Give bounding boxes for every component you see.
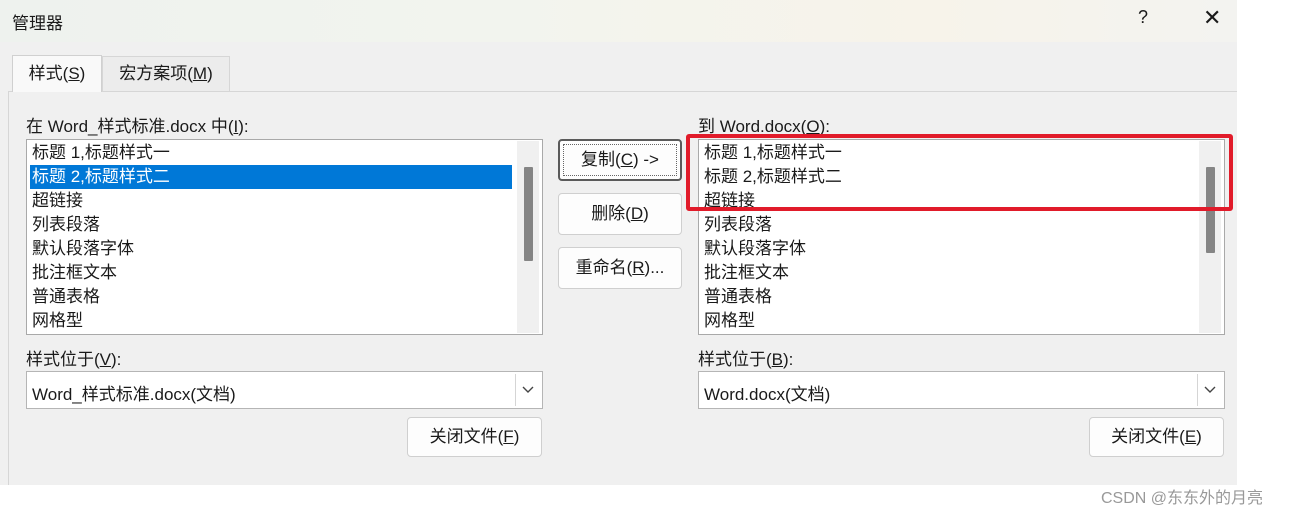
help-icon[interactable]: ? [1138, 7, 1148, 28]
list-item[interactable]: 列表段落 [30, 213, 512, 237]
list-item[interactable]: 批注框文本 [702, 261, 1194, 285]
target-list-scrollbar[interactable] [1199, 141, 1221, 333]
list-item[interactable]: 批注框文本 [30, 261, 512, 285]
target-list-label: 到 Word.docx(O): [698, 117, 830, 136]
source-list-label: 在 Word_样式标准.docx 中(I): [26, 117, 249, 136]
list-item[interactable]: 标题 1,标题样式一 [30, 141, 512, 165]
list-item[interactable]: 网格型 [30, 309, 512, 333]
list-item[interactable]: 标题 2,标题样式二 [30, 165, 512, 189]
source-location-value: Word_样式标准.docx(文档) [32, 385, 236, 404]
list-item[interactable]: 标题 2,标题样式二 [702, 165, 1194, 189]
focus-rect [563, 144, 677, 176]
source-location-select[interactable]: Word_样式标准.docx(文档) [26, 371, 543, 409]
target-location-label: 样式位于(B): [698, 350, 794, 369]
target-location-value: Word.docx(文档) [704, 385, 831, 404]
panel-border [8, 91, 9, 485]
list-item[interactable]: 普通表格 [30, 285, 512, 309]
close-source-file-button[interactable]: 关闭文件(F) [407, 417, 542, 457]
rename-button[interactable]: 重命名(R)... [558, 247, 682, 289]
list-item[interactable]: 默认段落字体 [702, 237, 1194, 261]
chevron-down-icon[interactable] [1197, 374, 1222, 406]
title-bar: 管理器 ? ✕ [0, 0, 1237, 42]
close-icon[interactable]: ✕ [1203, 6, 1221, 30]
tab-styles[interactable]: 样式(S) [12, 55, 102, 92]
source-location-label: 样式位于(V): [26, 350, 122, 369]
copy-button[interactable]: 复制(C) -> [558, 139, 682, 181]
window-title: 管理器 [12, 14, 63, 33]
source-list-scrollbar[interactable] [517, 141, 539, 333]
list-item[interactable]: 默认段落字体 [30, 237, 512, 261]
source-style-list[interactable]: 网格型 普通表格 批注框文本 默认段落字体 列表段落 超链接 标题 2,标题样式二 标题 1,… [26, 139, 543, 335]
target-location-select[interactable]: Word.docx(文档) [698, 371, 1225, 409]
watermark: CSDN @东东外的月亮 [1101, 490, 1264, 507]
close-target-file-button[interactable]: 关闭文件(E) [1089, 417, 1224, 457]
list-item[interactable]: 网格型 [702, 309, 1194, 333]
source-scroll-thumb[interactable] [524, 167, 533, 261]
manager-dialog: 管理器 ? ✕ 样式(S) 宏方案项(M) 在 Word_样式标准.docx 中… [0, 0, 1237, 485]
list-item[interactable]: 超链接 [30, 189, 512, 213]
list-item[interactable]: 普通表格 [702, 285, 1194, 309]
tab-macro-label: 宏方案项(M) [119, 64, 213, 83]
list-item[interactable]: 超链接 [702, 189, 1194, 213]
delete-button[interactable]: 删除(D) [558, 193, 682, 235]
tab-macro-items[interactable]: 宏方案项(M) [102, 56, 230, 91]
chevron-down-icon[interactable] [515, 374, 540, 406]
tab-styles-label: 样式(S) [28, 64, 86, 83]
tab-divider [8, 91, 1237, 92]
target-style-list[interactable]: 网格型 普通表格 批注框文本 默认段落字体 列表段落 超链接 标题 2,标题样式二 标题 1,… [698, 139, 1225, 335]
list-item[interactable]: 标题 1,标题样式一 [702, 141, 1194, 165]
list-item[interactable]: 列表段落 [702, 213, 1194, 237]
target-scroll-thumb[interactable] [1206, 167, 1215, 253]
